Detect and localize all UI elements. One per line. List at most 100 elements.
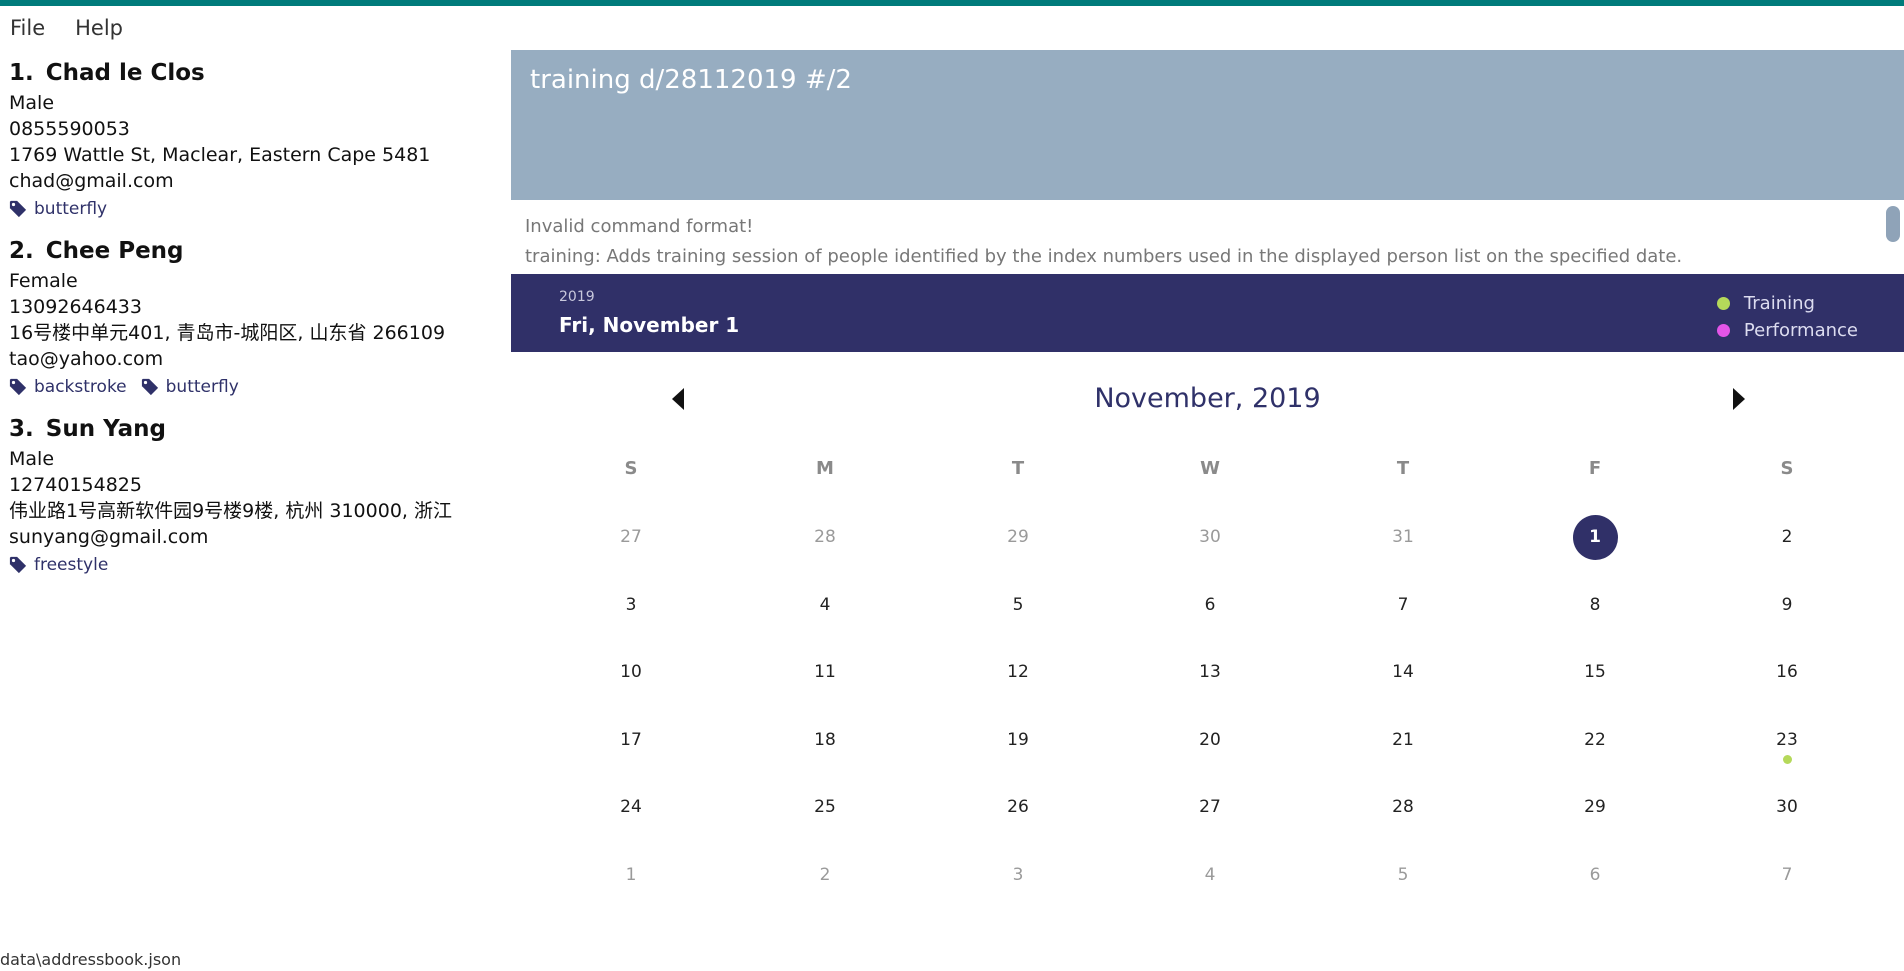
weekday-header: T [1396, 458, 1410, 479]
calendar-day[interactable]: 9 [1757, 575, 1817, 635]
person-phone: 13092646433 [9, 296, 142, 318]
next-month-icon[interactable] [1733, 388, 1745, 410]
person-name-row: 1. Chad le Clos [9, 60, 501, 86]
calendar-day[interactable]: 6 [1565, 845, 1625, 905]
calendar-day[interactable]: 20 [1180, 710, 1240, 770]
calendar-day[interactable]: 2 [795, 845, 855, 905]
result-usage-line: training: Adds training session of peopl… [525, 246, 1683, 267]
person-index: 1. [9, 60, 34, 86]
calendar-day[interactable]: 18 [795, 710, 855, 770]
command-input[interactable] [530, 65, 1885, 95]
calendar-day[interactable]: 2 [1757, 507, 1817, 567]
calendar-day[interactable]: 14 [1373, 642, 1433, 702]
calendar-day[interactable]: 1 [601, 845, 661, 905]
menu-file[interactable]: File [10, 16, 45, 40]
performance-dot-icon [1716, 324, 1730, 337]
calendar-day-number: 4 [1204, 865, 1216, 885]
weekday-header: S [1780, 458, 1794, 479]
calendar-day-number: 12 [1007, 662, 1029, 682]
weekday-headers: SMTWTFS [511, 458, 1904, 484]
calendar-day[interactable]: 5 [988, 575, 1048, 635]
person-list[interactable]: 1. Chad le Clos Male 0855590053 1769 Watt… [0, 50, 510, 584]
calendar-day-number: 16 [1776, 662, 1798, 682]
person-card[interactable]: 1. Chad le Clos Male 0855590053 1769 Watt… [0, 50, 510, 228]
calendar-day[interactable]: 25 [795, 777, 855, 837]
calendar-day-number: 31 [1392, 527, 1414, 547]
person-phone: 0855590053 [9, 118, 130, 140]
calendar-day[interactable]: 23 [1757, 710, 1817, 770]
calendar-day[interactable]: 12 [988, 642, 1048, 702]
person-name-row: 3. Sun Yang [9, 416, 501, 442]
person-card[interactable]: 3. Sun Yang Male 12740154825 伟业路1号高新软件园9号… [0, 406, 510, 584]
calendar-day[interactable]: 24 [601, 777, 661, 837]
calendar-day-number: 14 [1392, 662, 1414, 682]
calendar-day-number: 15 [1584, 662, 1606, 682]
calendar-day[interactable]: 4 [795, 575, 855, 635]
calendar-day[interactable]: 19 [988, 710, 1048, 770]
calendar-day[interactable]: 16 [1757, 642, 1817, 702]
calendar-day-number: 2 [819, 865, 831, 885]
calendar-day[interactable]: 3 [601, 575, 661, 635]
tag-list: freestyle [9, 552, 501, 578]
calendar-day[interactable]: 8 [1565, 575, 1625, 635]
calendar-day[interactable]: 5 [1373, 845, 1433, 905]
calendar-day[interactable]: 22 [1565, 710, 1625, 770]
result-scrollbar[interactable] [1886, 206, 1900, 242]
calendar-selected-date: Fri, November 1 [559, 313, 740, 337]
calendar-day-number: 1 [625, 865, 637, 885]
calendar-day[interactable]: 6 [1180, 575, 1240, 635]
person-email: tao@yahoo.com [9, 348, 164, 370]
tag-list: backstroke butterfly [9, 374, 501, 400]
tag: freestyle [9, 555, 108, 575]
weekday-header: W [1200, 458, 1220, 479]
person-gender: Male [9, 448, 55, 470]
calendar-day-number: 8 [1589, 595, 1601, 615]
person-phone: 12740154825 [9, 474, 142, 496]
calendar-day[interactable]: 13 [1180, 642, 1240, 702]
calendar-day[interactable]: 30 [1757, 777, 1817, 837]
person-card[interactable]: 2. Chee Peng Female 13092646433 16号楼中单元40… [0, 228, 510, 406]
calendar-day[interactable]: 7 [1757, 845, 1817, 905]
calendar-day[interactable]: 28 [1373, 777, 1433, 837]
person-email: chad@gmail.com [9, 170, 174, 192]
calendar-day[interactable]: 21 [1373, 710, 1433, 770]
calendar-day-number: 29 [1584, 797, 1606, 817]
calendar-day-number: 4 [819, 595, 831, 615]
calendar-day[interactable]: 4 [1180, 845, 1240, 905]
calendar-day[interactable]: 28 [795, 507, 855, 567]
calendar-day-number: 9 [1781, 595, 1793, 615]
result-display[interactable]: Invalid command format! training: Adds t… [511, 200, 1904, 274]
calendar-day[interactable]: 31 [1373, 507, 1433, 567]
calendar-day[interactable]: 29 [1565, 777, 1625, 837]
calendar-day[interactable]: 15 [1565, 642, 1625, 702]
training-dot-icon [1716, 297, 1730, 310]
calendar-day[interactable]: 27 [1180, 777, 1240, 837]
person-name-row: 2. Chee Peng [9, 238, 501, 264]
legend-label: Performance [1743, 320, 1858, 341]
calendar-day[interactable]: 7 [1373, 575, 1433, 635]
calendar-day-number: 27 [1199, 797, 1221, 817]
tag-label: butterfly [165, 377, 239, 397]
calendar-day[interactable]: 3 [988, 845, 1048, 905]
calendar-day-number: 5 [1397, 865, 1409, 885]
result-error-line: Invalid command format! [525, 216, 754, 237]
calendar-day[interactable]: 26 [988, 777, 1048, 837]
calendar-day-number: 27 [620, 527, 642, 547]
tag-label: backstroke [34, 377, 127, 397]
weekday-header: S [624, 458, 638, 479]
calendar-grid: 27 28 29 30 31 1 2 3 4 5 6 7 8 9 10 11 12 13 14 15 16 17 18 19 2… [511, 507, 1904, 885]
calendar-day[interactable]: 30 [1180, 507, 1240, 567]
calendar-day-number: 21 [1392, 730, 1414, 750]
calendar-day[interactable]: 1 [1565, 507, 1625, 567]
calendar-day[interactable]: 10 [601, 642, 661, 702]
calendar-day[interactable]: 27 [601, 507, 661, 567]
tag-label: butterfly [34, 199, 108, 219]
calendar-day[interactable]: 11 [795, 642, 855, 702]
menu-help[interactable]: Help [75, 16, 123, 40]
calendar-day[interactable]: 29 [988, 507, 1048, 567]
person-gender: Female [9, 270, 78, 292]
command-box[interactable] [511, 50, 1904, 200]
legend-performance: Performance [1716, 317, 1858, 344]
calendar-day[interactable]: 17 [601, 710, 661, 770]
calendar-day-number: 13 [1199, 662, 1221, 682]
